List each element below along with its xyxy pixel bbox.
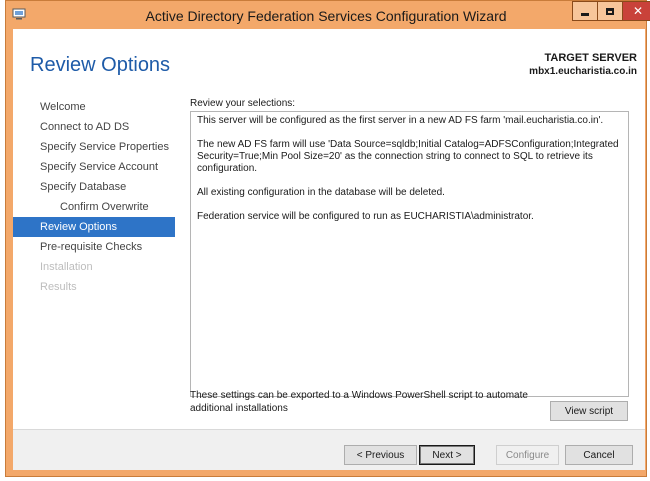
wizard-nav: Welcome Connect to AD DS Specify Service… [13, 97, 183, 297]
nav-item-installation: Installation [40, 261, 93, 273]
page-title: Review Options [30, 54, 171, 76]
nav-item-confirm-overwrite[interactable]: Confirm Overwrite [13, 197, 183, 217]
target-server-value: mbx1.eucharistia.co.in [529, 66, 637, 77]
view-script-button[interactable]: View script [550, 401, 628, 421]
nav-item-specify-database[interactable]: Specify Database [13, 177, 183, 197]
previous-button[interactable]: < Previous [344, 445, 417, 465]
configure-button: Configure [496, 445, 559, 465]
nav-item-prerequisite-checks[interactable]: Pre-requisite Checks [13, 237, 183, 257]
close-button[interactable]: ✕ [622, 1, 650, 21]
nav-item-service-account[interactable]: Specify Service Account [13, 157, 183, 177]
close-icon: ✕ [632, 4, 644, 18]
review-paragraph: All existing configuration in the databa… [197, 187, 445, 198]
maximize-icon [606, 7, 614, 15]
nav-item-service-properties[interactable]: Specify Service Properties [13, 137, 183, 157]
minimize-icon [581, 12, 589, 16]
cancel-button[interactable]: Cancel [565, 445, 633, 465]
nav-item-results: Results [40, 281, 77, 293]
maximize-button[interactable] [597, 1, 623, 21]
nav-item-connect-ad-ds[interactable]: Connect to AD DS [13, 117, 183, 137]
export-description: These settings can be exported to a Wind… [190, 390, 528, 414]
wizard-window: Active Directory Federation Services Con… [5, 0, 650, 477]
review-paragraph: This server will be configured as the fi… [197, 115, 604, 126]
next-button[interactable]: Next > [419, 445, 475, 465]
review-paragraph: Federation service will be configured to… [197, 211, 534, 222]
window-title: Active Directory Federation Services Con… [145, 8, 507, 24]
target-server-label: TARGET SERVER [544, 52, 638, 64]
review-label: Review your selections: [190, 98, 296, 109]
nav-item-welcome[interactable]: Welcome [13, 97, 183, 117]
nav-item-review-options[interactable]: Review Options [13, 217, 175, 237]
minimize-button[interactable] [572, 1, 598, 21]
wizard-content: Review Options TARGET SERVER mbx1.euchar… [13, 29, 645, 470]
review-text-box[interactable]: This server will be configured as the fi… [190, 111, 629, 397]
title-bar[interactable]: Active Directory Federation Services Con… [6, 1, 650, 29]
review-paragraph: The new AD FS farm will use 'Data Source… [197, 139, 619, 174]
